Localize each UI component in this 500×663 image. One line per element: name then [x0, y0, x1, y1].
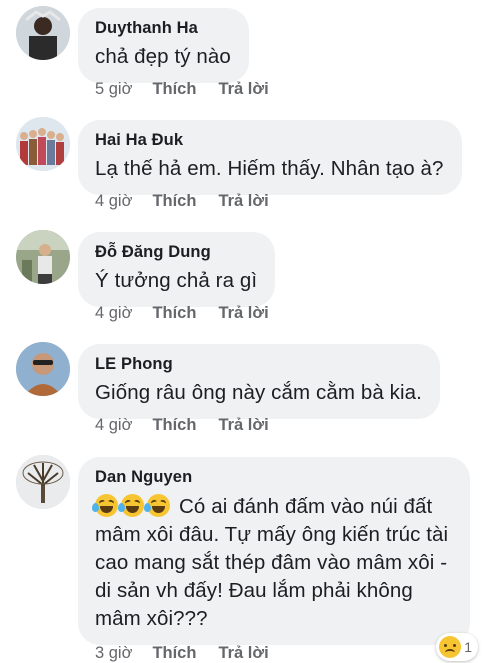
comment-time[interactable]: 3 giờ	[95, 643, 132, 663]
comment-text: chả đẹp tý nào	[95, 45, 231, 68]
comment-author[interactable]: Đỗ Đăng Dung	[95, 241, 257, 263]
like-button[interactable]: Thích	[152, 303, 196, 323]
comment-text-line-3: cao mang sắt thép đâm vào mâm xôi -	[95, 551, 448, 574]
comment-text-line-2: mâm xôi đâu. Tự mấy ông kiến trúc tài	[95, 523, 449, 546]
comment-actions: 4 giờ Thích Trả lời	[95, 415, 291, 435]
reply-button[interactable]: Trả lời	[218, 191, 268, 211]
comment-actions: 5 giờ Thích Trả lời	[95, 79, 291, 99]
avatar[interactable]	[16, 455, 70, 509]
like-button[interactable]: Thích	[152, 191, 196, 211]
comment-author[interactable]: Duythanh Ha	[95, 17, 231, 39]
avatar[interactable]	[16, 117, 70, 171]
comment-author[interactable]: Hai Ha Đuk	[95, 129, 444, 151]
comment-bubble: Đỗ Đăng Dung Ý tưởng chả ra gì	[78, 232, 276, 307]
comment-author[interactable]: LE Phong	[95, 353, 422, 375]
comment-bubble: Duythanh Ha chả đẹp tý nào	[78, 8, 249, 83]
comment-text: Lạ thế hả em. Hiếm thấy. Nhân tạo à?	[95, 157, 444, 180]
comment-bubble: Dan Nguyen Có ai đánh đấm vào núi đất mâ…	[78, 457, 471, 645]
comment-time[interactable]: 4 giờ	[95, 191, 132, 211]
rofl-emoji-icon	[118, 494, 144, 517]
reaction-summary[interactable]: 1	[436, 633, 478, 661]
comment-time[interactable]: 4 giờ	[95, 303, 132, 323]
comment-text-line-5: mâm xôi???	[95, 607, 208, 630]
like-button[interactable]: Thích	[152, 643, 196, 663]
reply-button[interactable]: Trả lời	[218, 79, 268, 99]
sad-reaction-icon	[439, 636, 462, 658]
avatar[interactable]	[16, 6, 70, 60]
comment-text: Có ai đánh đấm vào núi đất mâm xôi đâu. …	[92, 493, 449, 633]
comment-time[interactable]: 5 giờ	[95, 79, 132, 99]
comment-author[interactable]: Dan Nguyen	[95, 466, 448, 488]
rofl-emoji-icon	[144, 494, 170, 517]
reply-button[interactable]: Trả lời	[218, 303, 268, 323]
avatar[interactable]	[16, 230, 70, 284]
comment-text: Ý tưởng chả ra gì	[95, 269, 258, 292]
comment-bubble: Hai Ha Đuk Lạ thế hả em. Hiếm thấy. Nhân…	[78, 120, 462, 195]
comment-bubble: LE Phong Giống râu ông này cắm cằm bà ki…	[78, 344, 440, 419]
comment-time[interactable]: 4 giờ	[95, 415, 132, 435]
comment-actions: 4 giờ Thích Trả lời	[95, 191, 291, 211]
like-button[interactable]: Thích	[152, 415, 196, 435]
reaction-count: 1	[464, 639, 472, 655]
comment-actions: 4 giờ Thích Trả lời	[95, 303, 291, 323]
comment-text: Giống râu ông này cắm cằm bà kia.	[95, 381, 422, 404]
avatar[interactable]	[16, 342, 70, 396]
rofl-emoji-icon	[92, 494, 118, 517]
comment-text-line: Có ai đánh đấm vào núi đất	[92, 493, 448, 521]
comment-text-line-1: Có ai đánh đấm vào núi đất	[179, 495, 433, 518]
reply-button[interactable]: Trả lời	[218, 415, 268, 435]
reply-button[interactable]: Trả lời	[218, 643, 268, 663]
like-button[interactable]: Thích	[152, 79, 196, 99]
comment-text-line-4: di sản vh đấy! Đau lắm phải không	[95, 579, 413, 602]
comment-actions: 3 giờ Thích Trả lời	[95, 643, 291, 663]
